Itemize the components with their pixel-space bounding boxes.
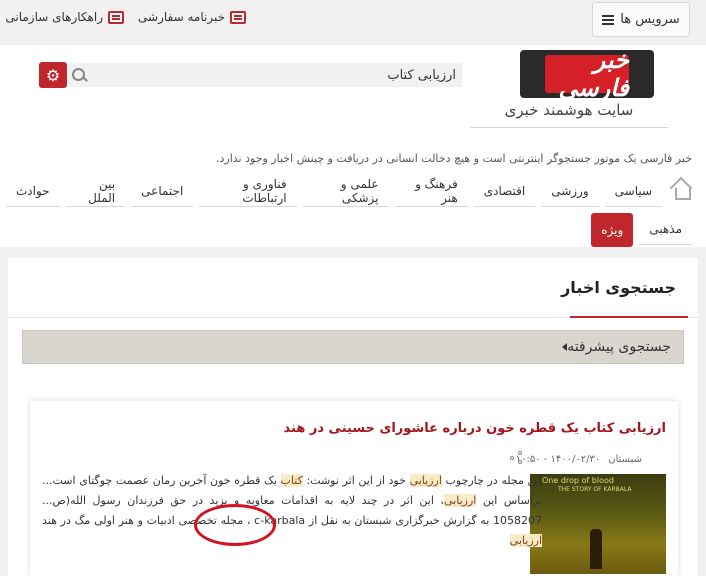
gear-icon: ⚙ (45, 65, 61, 85)
nav-item-economy[interactable]: اقتصادی (473, 175, 536, 207)
site-header: خبر فارسی سایت هوشمند خبری ⚙ خبر فارسی ی… (0, 45, 706, 247)
nav-item-culture[interactable]: فرهنگ و هنر (394, 175, 468, 207)
category-nav: سیاسی ورزشی اقتصادی فرهنگ و هنر علمی و پ… (0, 175, 692, 207)
nav-item-politics[interactable]: سیاسی (604, 175, 663, 207)
search-icon[interactable] (68, 64, 90, 86)
main-content: جستجوی اخبار جستجوی پیشرفته ارزیابی کتاب… (8, 258, 698, 576)
caret-left-icon (562, 343, 568, 351)
nav-item-international[interactable]: بین الملل (65, 175, 126, 207)
services-button[interactable]: سرویس ها (592, 2, 690, 37)
advanced-search-label: جستجوی پیشرفته (567, 339, 671, 355)
newsletter-label: خبرنامه سفارشی (138, 10, 225, 24)
highlight: ارزیابی (443, 494, 477, 507)
services-label: سرویس ها (620, 12, 680, 27)
nav-item-science[interactable]: علمی و پزشکی (302, 175, 389, 207)
enterprise-link[interactable]: راهکارهای سازمانی (5, 10, 125, 24)
thumb-title: One drop of blood (542, 476, 614, 485)
result-thumbnail[interactable]: One drop of blood THE STORY OF KARBALA (530, 474, 666, 574)
result-date: ۱۴۰۰/۰۲/۳۰ - ۱۰:۵۰ (515, 454, 601, 465)
snippet-text: این مجله در چارچوب (441, 474, 542, 487)
category-nav-row2: مذهبی ویژه (591, 213, 692, 247)
annotation-circle (194, 504, 276, 546)
nav-item-incidents[interactable]: حوادث (6, 175, 60, 207)
result-source: شبستان (608, 454, 642, 465)
logo-mark: خبر فارسی (545, 46, 629, 102)
nav-item-special[interactable]: ویژه (591, 213, 634, 247)
newsletter-link[interactable]: خبرنامه سفارشی (138, 10, 246, 24)
nav-item-technology[interactable]: فناوری و ارتباطات (199, 175, 297, 207)
site-logo[interactable]: خبر فارسی (520, 46, 654, 102)
site-tagline: سایت هوشمند خبری (470, 101, 668, 128)
search-input[interactable] (90, 63, 462, 87)
share-icon[interactable] (510, 451, 524, 465)
snippet-text: خود از این اثر نوشت: (302, 474, 410, 487)
page-title: جستجوی اخبار (561, 278, 676, 297)
home-icon (672, 184, 692, 200)
search-bar (68, 63, 462, 87)
monitor-icon (108, 10, 125, 24)
result-title[interactable]: ارزیابی کتاب یک قطره خون درباره عاشورای … (284, 421, 666, 436)
title-underline (570, 316, 688, 318)
thumb-subtitle: THE STORY OF KARBALA (558, 486, 632, 493)
site-description: خبر فارسی یک موتور جستجوگر اینترنتی است … (216, 152, 692, 165)
nav-item-religious[interactable]: مذهبی (639, 213, 692, 245)
thumb-figure (590, 529, 602, 569)
highlight: ارزیابی (509, 534, 542, 547)
top-links: خبرنامه سفارشی راهکارهای سازمانی (5, 10, 246, 24)
menu-icon (602, 14, 615, 25)
highlight: ارزیابی (409, 474, 442, 487)
nav-item-sports[interactable]: ورزشی (541, 175, 599, 207)
advanced-search-toggle[interactable]: جستجوی پیشرفته (22, 330, 684, 364)
highlight: کتاب (280, 474, 303, 487)
enterprise-label: راهکارهای سازمانی (5, 10, 104, 24)
result-meta: شبستان ۱۴۰۰/۰۲/۳۰ - ۱۰:۵۰ (516, 454, 642, 465)
settings-button[interactable]: ⚙ (39, 62, 67, 88)
top-bar: سرویس ها خبرنامه سفارشی راهکارهای سازمان… (0, 0, 706, 45)
result-card: ارزیابی کتاب یک قطره خون درباره عاشورای … (30, 401, 678, 576)
nav-home[interactable] (670, 175, 692, 207)
newsletter-icon (230, 10, 246, 24)
result-snippet: این مجله در چارچوب ارزیابی خود از این اث… (42, 471, 542, 551)
nav-item-society[interactable]: اجتماعی (131, 175, 194, 207)
